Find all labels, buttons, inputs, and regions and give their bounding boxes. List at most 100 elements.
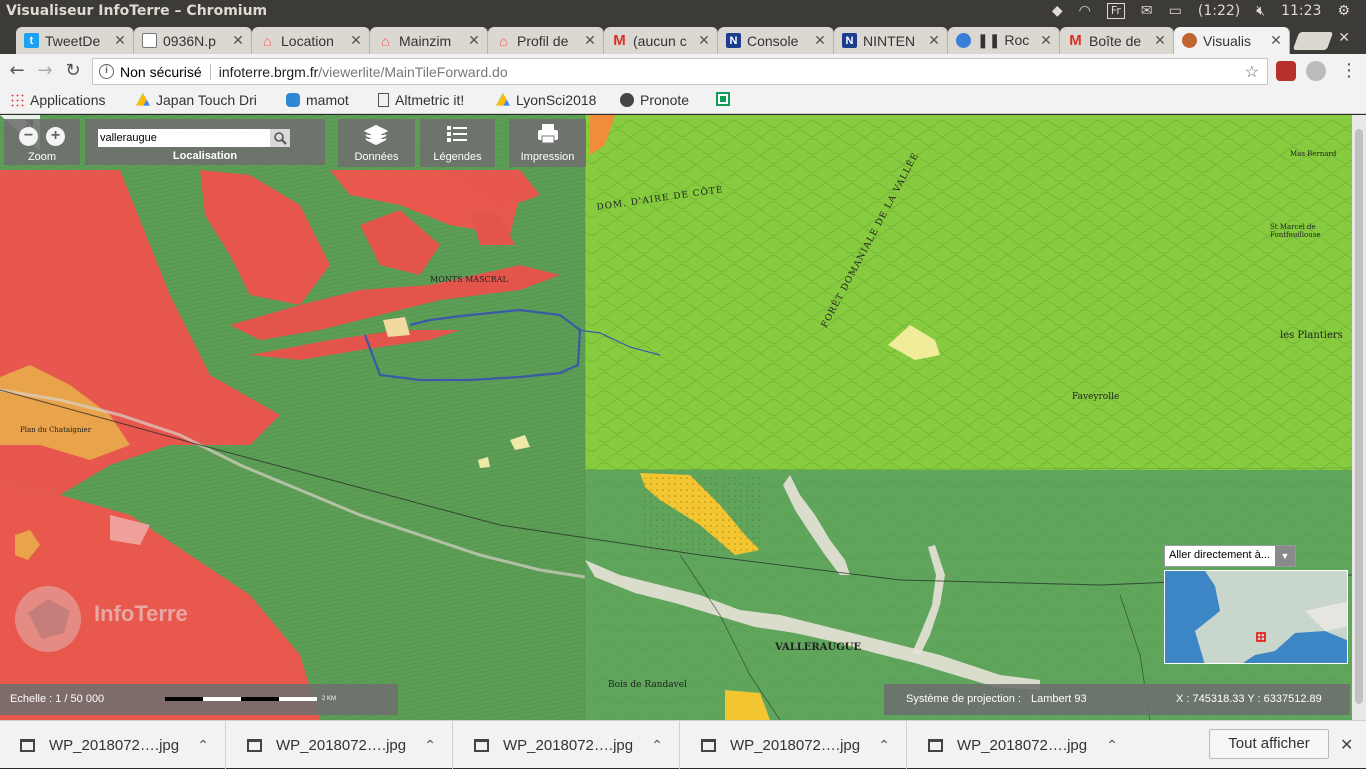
- tab-media-roc[interactable]: ❚❚ Roc ✕: [948, 27, 1060, 54]
- infoterre-logo: [15, 586, 81, 652]
- tab-close-icon[interactable]: ✕: [697, 32, 711, 49]
- google-drive-icon: [496, 93, 510, 106]
- image-file-icon: [247, 738, 262, 752]
- bookmark-pronote[interactable]: Pronote: [620, 92, 689, 108]
- reload-icon[interactable]: ↻: [62, 60, 84, 82]
- back-arrow-icon[interactable]: ←: [6, 60, 28, 82]
- bookmark-altmetric[interactable]: Altmetric it!: [378, 92, 464, 108]
- tab-0936n[interactable]: 0936N.p ✕: [134, 27, 252, 54]
- chevron-up-icon[interactable]: ⌃: [1106, 737, 1118, 754]
- airbnb-icon: ⌂: [499, 32, 508, 49]
- printer-icon: [538, 124, 558, 144]
- extension-icon[interactable]: [1306, 61, 1326, 81]
- map-label-bois-randavel: Bois de Randavel: [608, 680, 687, 690]
- tab-gmail-aucun[interactable]: M (aucun c ✕: [604, 27, 718, 54]
- chevron-up-icon[interactable]: ⌃: [878, 737, 890, 754]
- document-icon: [142, 33, 157, 48]
- tab-close-icon[interactable]: ✕: [231, 32, 245, 49]
- mail-icon[interactable]: ✉: [1141, 3, 1153, 19]
- download-item[interactable]: WP_2018072….jpg ⌃: [454, 721, 680, 769]
- twitter-icon: t: [24, 33, 39, 48]
- os-top-bar: Visualiseur InfoTerre – Chromium ◆ ◠ Fr …: [0, 0, 1366, 24]
- tab-nintendo[interactable]: N NINTEN ✕: [834, 27, 948, 54]
- goto-location-select[interactable]: Aller directement à... ▼: [1164, 545, 1296, 567]
- chevron-down-icon: ▼: [1275, 546, 1295, 566]
- mastodon-icon: [286, 93, 300, 107]
- tab-location[interactable]: ⌂ Location ✕: [252, 27, 370, 54]
- chevron-up-icon[interactable]: ⌃: [651, 737, 663, 754]
- tab-gmail-boite[interactable]: M Boîte de ✕: [1060, 27, 1174, 54]
- tab-close-icon[interactable]: ✕: [583, 32, 597, 49]
- download-item[interactable]: WP_2018072….jpg ⌃: [681, 721, 907, 769]
- info-icon[interactable]: i: [99, 64, 114, 79]
- bookmark-sheets[interactable]: [716, 92, 730, 106]
- security-label: Non sécurisé: [120, 63, 202, 80]
- impression-button[interactable]: Impression: [509, 119, 586, 167]
- download-item[interactable]: WP_2018072….jpg ⌃: [227, 721, 453, 769]
- battery-time: (1:22): [1197, 3, 1241, 19]
- battery-icon[interactable]: ▭: [1169, 3, 1182, 19]
- menu-kebab-icon[interactable]: ⋮: [1338, 60, 1360, 82]
- tab-tweetdeck[interactable]: t TweetDe ✕: [16, 27, 134, 54]
- divider: [209, 63, 211, 80]
- ublock-extension-icon[interactable]: [1276, 61, 1296, 81]
- tab-close-icon[interactable]: ✕: [349, 32, 363, 49]
- bookmark-applications[interactable]: Applications: [10, 92, 106, 108]
- google-drive-icon: [136, 93, 150, 106]
- gmail-icon: M: [613, 32, 626, 49]
- tab-mainzim[interactable]: ⌂ Mainzim ✕: [370, 27, 488, 54]
- search-button[interactable]: [270, 129, 290, 147]
- tab-close-icon[interactable]: ✕: [927, 32, 941, 49]
- tab-close-icon[interactable]: ✕: [467, 32, 481, 49]
- chevron-up-icon[interactable]: ⌃: [197, 737, 209, 754]
- overview-minimap[interactable]: [1164, 570, 1348, 664]
- keyboard-layout-indicator[interactable]: Fr: [1106, 3, 1125, 19]
- layers-icon: [363, 124, 389, 146]
- image-file-icon: [928, 738, 943, 752]
- volume-mute-icon[interactable]: 🔇︎: [1256, 3, 1265, 19]
- tab-console[interactable]: N Console ✕: [718, 27, 834, 54]
- zoom-in-button[interactable]: +: [46, 127, 65, 146]
- clock[interactable]: 11:23: [1281, 3, 1321, 19]
- address-bar[interactable]: i Non sécurisé infoterre.brgm.fr/viewerl…: [92, 58, 1268, 85]
- settings-gear-icon[interactable]: ⚙: [1337, 3, 1350, 19]
- show-all-downloads-button[interactable]: Tout afficher: [1209, 729, 1329, 759]
- system-tray: ◆ ◠ Fr ✉ ▭ (1:22) 🔇︎ 11:23 ⚙: [1052, 3, 1350, 19]
- cursor-coordinates: X : 745318.33 Y : 6337512.89: [1176, 693, 1322, 705]
- bookmark-mamot[interactable]: mamot: [286, 92, 349, 108]
- legendes-button[interactable]: Légendes: [420, 119, 495, 167]
- chevron-up-icon[interactable]: ⌃: [424, 737, 436, 754]
- forward-arrow-icon[interactable]: →: [34, 60, 56, 82]
- search-icon: [274, 132, 287, 145]
- tab-close-icon[interactable]: ✕: [1269, 32, 1283, 49]
- geological-map[interactable]: VALLERAUGUE DOM. D'AIRE DE CÔTE FORÊT DO…: [0, 115, 1352, 720]
- close-icon[interactable]: ✕: [1340, 735, 1353, 755]
- tab-visualiseur-active[interactable]: Visualis ✕: [1174, 27, 1290, 54]
- infoterre-icon: [1182, 33, 1197, 48]
- localisation-label: Localisation: [172, 150, 238, 162]
- tab-close-icon[interactable]: ✕: [1039, 32, 1053, 49]
- donnees-button[interactable]: Données: [338, 119, 415, 167]
- map-label-st-marcel: St Marcel de Fontfouillouse: [1270, 223, 1321, 239]
- scrollbar-thumb[interactable]: [1355, 129, 1363, 704]
- new-tab-button[interactable]: [1292, 32, 1334, 50]
- map-vertical-scrollbar[interactable]: [1352, 115, 1366, 720]
- map-label-mascral: MONTS MASCRAL: [430, 275, 508, 284]
- scale-panel: Echelle : 1 / 50 000 2 KM: [0, 684, 398, 715]
- location-search-input[interactable]: [98, 129, 270, 147]
- download-item[interactable]: WP_2018072….jpg ⌃: [908, 721, 1134, 769]
- tab-close-icon[interactable]: ✕: [113, 32, 127, 49]
- tab-profil[interactable]: ⌂ Profil de ✕: [488, 27, 604, 54]
- bookmark-lyonsci[interactable]: LyonSci2018: [496, 92, 596, 108]
- window-close-icon[interactable]: ✕: [1338, 30, 1350, 46]
- url-host: infoterre.brgm.fr: [218, 63, 319, 80]
- wifi-icon[interactable]: ◠: [1079, 3, 1091, 19]
- download-item[interactable]: WP_2018072….jpg ⌃: [0, 721, 226, 769]
- dropbox-icon[interactable]: ◆: [1052, 3, 1063, 19]
- zoom-out-button[interactable]: −: [19, 127, 38, 146]
- bookmark-star-icon[interactable]: ☆: [1245, 62, 1259, 82]
- tab-close-icon[interactable]: ✕: [1153, 32, 1167, 49]
- zoom-panel: − + Zoom: [4, 119, 80, 165]
- tab-close-icon[interactable]: ✕: [813, 32, 827, 49]
- bookmark-japan-touch[interactable]: Japan Touch Dri: [136, 92, 257, 108]
